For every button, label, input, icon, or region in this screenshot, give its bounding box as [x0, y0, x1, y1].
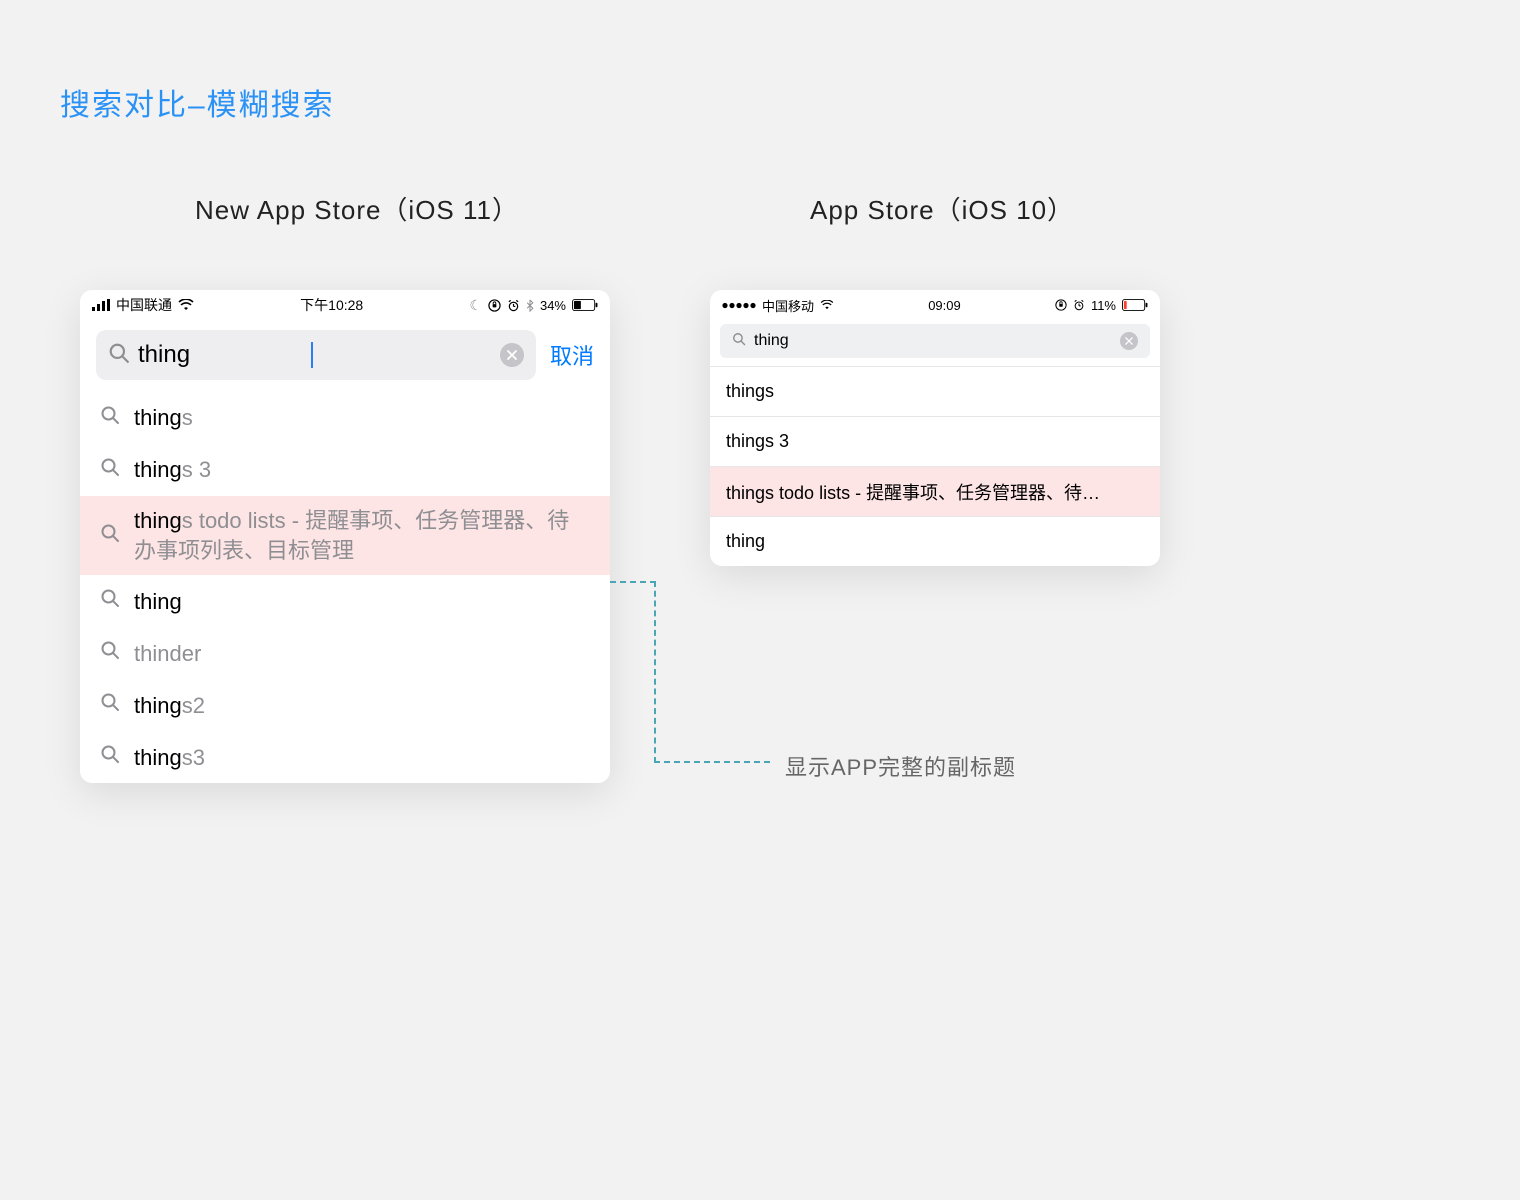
column-heading-ios10: App Store（iOS 10） [810, 190, 1074, 227]
suggestion-list: thingsthings 3things todo lists - 提醒事项、任… [80, 392, 610, 783]
suggestion-item[interactable]: things todo lists - 提醒事项、任务管理器、待办事项列表、目标… [80, 496, 610, 575]
cancel-button[interactable]: 取消 [550, 339, 594, 371]
search-icon [100, 457, 120, 483]
suggestion-item[interactable]: things 3 [80, 444, 610, 496]
suggestion-text: things todo lists - 提醒事项、任务管理器、待… [726, 479, 1144, 505]
status-bar: 中国联通 下午10:28 ☾ 34% [80, 290, 610, 320]
search-icon [100, 523, 120, 549]
search-field[interactable]: thing [96, 330, 536, 380]
text-caret [311, 342, 313, 368]
wifi-icon [820, 300, 834, 310]
battery-icon [572, 299, 598, 311]
search-row: thing 取消 [80, 320, 610, 392]
battery-percent: 34% [540, 298, 566, 313]
search-icon [100, 405, 120, 431]
suggestion-item[interactable]: things2 [80, 679, 610, 731]
search-query-text: thing [138, 341, 309, 369]
search-icon [100, 692, 120, 718]
status-time: 下午10:28 [194, 295, 469, 315]
search-icon [732, 332, 746, 351]
suggestion-item[interactable]: thing [710, 516, 1160, 566]
annotation-label: 显示APP完整的副标题 [785, 750, 1016, 782]
annotation-connector [654, 761, 770, 763]
lock-rotation-icon [1055, 299, 1067, 311]
suggestion-text: things [726, 381, 1144, 402]
suggestion-text: thing [134, 577, 182, 627]
suggestion-text: thing [726, 531, 1144, 552]
suggestion-text: things2 [134, 681, 205, 731]
wifi-icon [178, 299, 194, 311]
suggestion-item[interactable]: thing [80, 575, 610, 627]
suggestion-item[interactable]: things [710, 366, 1160, 416]
column-heading-ios11: New App Store（iOS 11） [195, 190, 519, 227]
search-field[interactable]: thing [720, 324, 1150, 358]
annotation-connector [654, 581, 656, 763]
suggestion-text: things 3 [726, 431, 1144, 452]
page-title: 搜索对比–模糊搜索 [60, 80, 335, 124]
search-icon [100, 744, 120, 770]
search-query-text: thing [754, 332, 929, 350]
clear-icon[interactable] [500, 343, 524, 367]
suggestion-text: thinder [134, 629, 201, 679]
status-time: 09:09 [834, 298, 1055, 313]
search-row: thing [710, 320, 1160, 366]
suggestion-text: things [134, 393, 193, 443]
battery-icon [1122, 299, 1148, 311]
moon-icon: ☾ [469, 297, 482, 314]
carrier-label: 中国联通 [116, 295, 172, 315]
phone-ios10: 中国移动 09:09 11% thing [710, 290, 1160, 566]
alarm-icon [1073, 299, 1085, 311]
search-icon [100, 640, 120, 666]
carrier-label: 中国移动 [762, 296, 814, 315]
suggestion-item[interactable]: things 3 [710, 416, 1160, 466]
signal-icon [92, 299, 110, 311]
alarm-icon [507, 299, 520, 312]
battery-percent: 11% [1091, 298, 1116, 313]
suggestion-item[interactable]: things todo lists - 提醒事项、任务管理器、待… [710, 466, 1160, 516]
clear-icon[interactable] [1120, 332, 1138, 350]
signal-icon [722, 302, 756, 309]
suggestion-item[interactable]: things [80, 392, 610, 444]
phone-ios11: 中国联通 下午10:28 ☾ 34% [80, 290, 610, 783]
status-bar: 中国移动 09:09 11% [710, 290, 1160, 320]
suggestion-item[interactable]: things3 [80, 731, 610, 783]
suggestion-list: things things 3 things todo lists - 提醒事项、任… [710, 366, 1160, 566]
search-icon [108, 342, 130, 369]
suggestion-text: things 3 [134, 445, 211, 495]
annotation-connector [610, 581, 656, 583]
lock-rotation-icon [488, 299, 501, 312]
suggestion-text: things3 [134, 733, 205, 783]
suggestion-item[interactable]: thinder [80, 627, 610, 679]
bluetooth-icon [526, 299, 534, 312]
suggestion-text: things todo lists - 提醒事项、任务管理器、待办事项列表、目标… [134, 496, 590, 575]
search-icon [100, 588, 120, 614]
